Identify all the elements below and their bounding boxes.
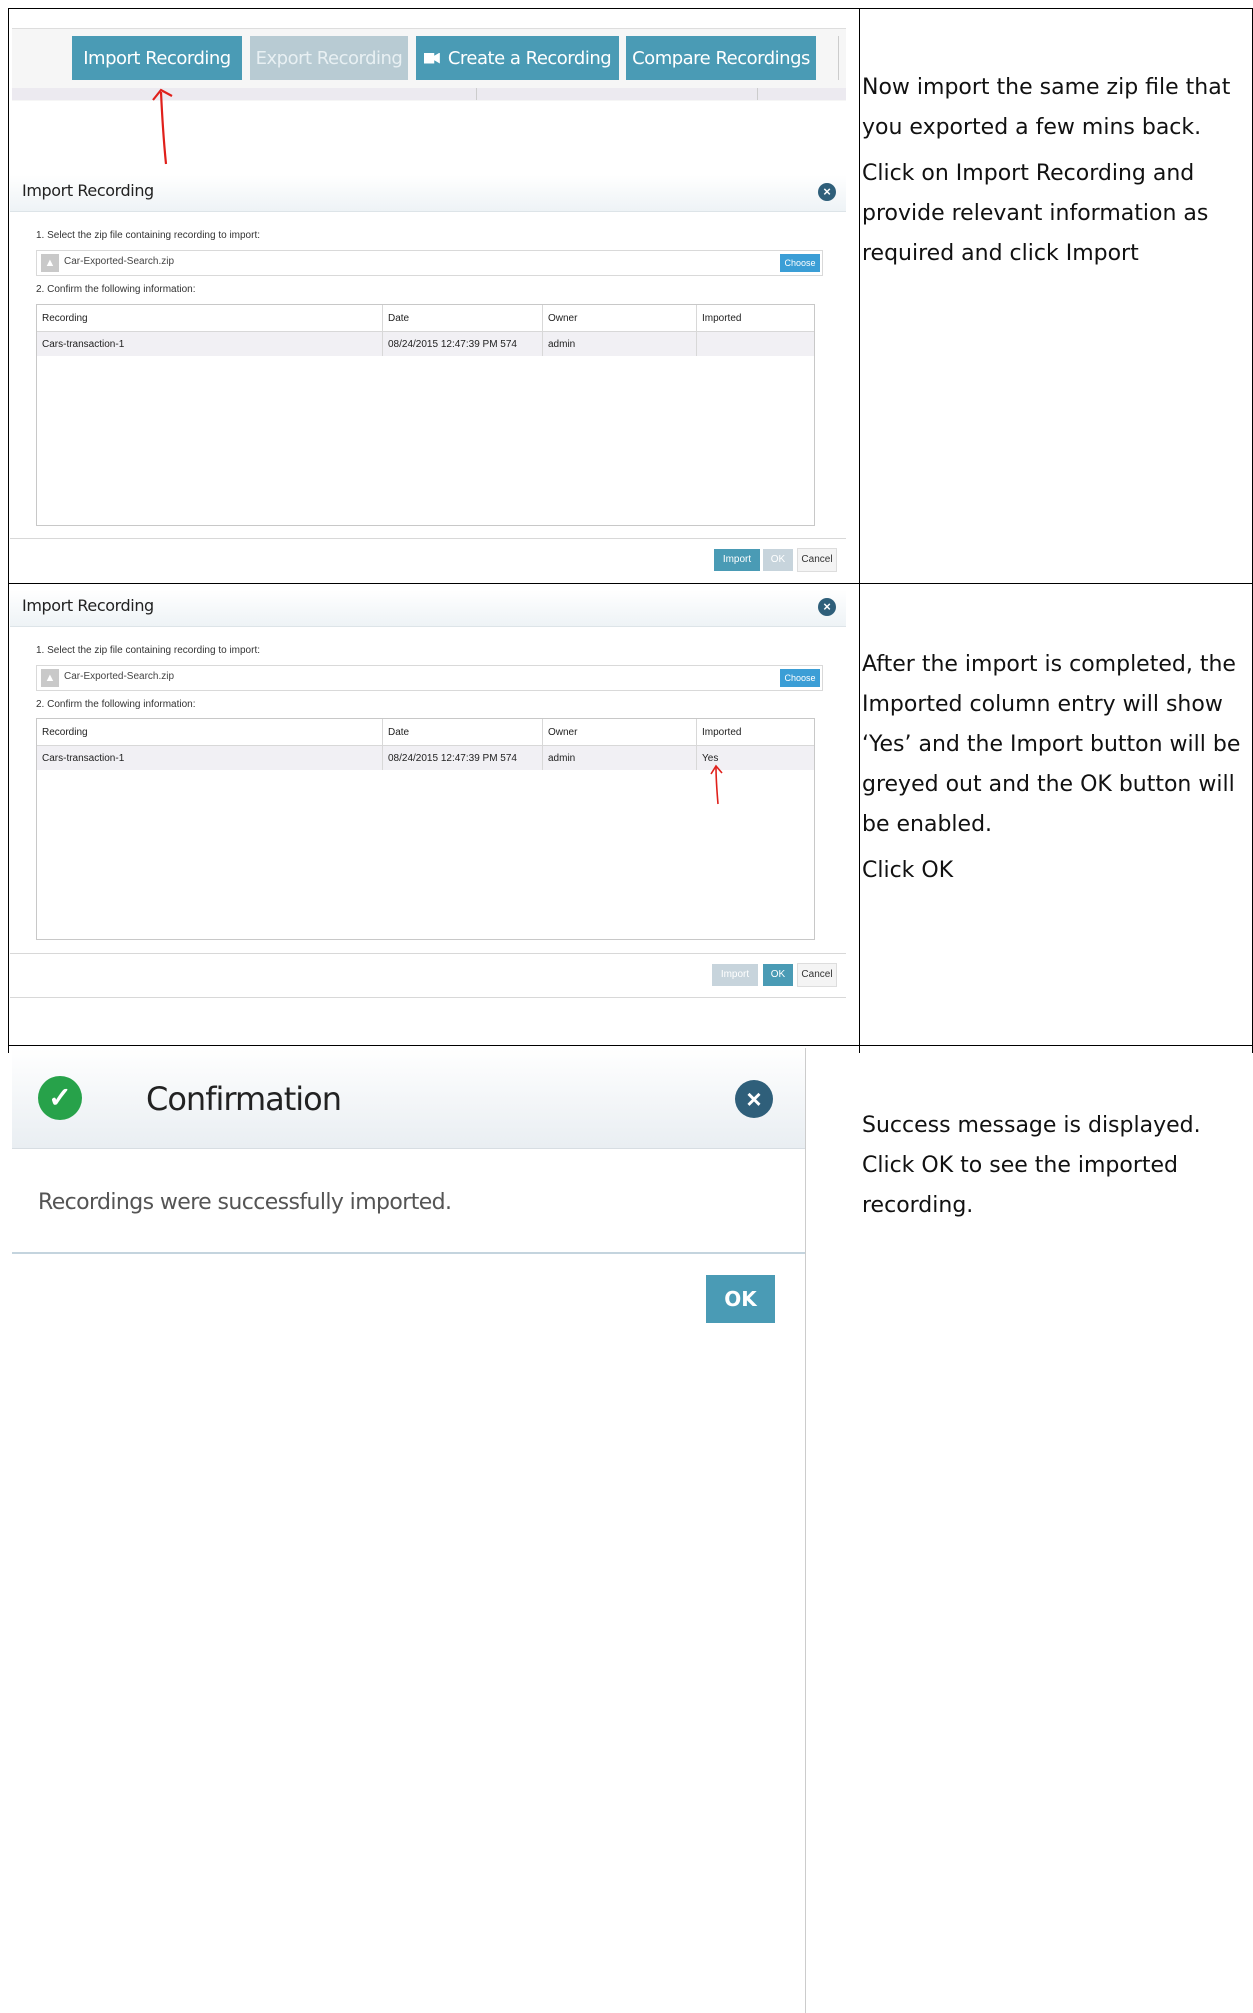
ok-button[interactable]: OK [763, 549, 793, 571]
column-header-imported: Imported [702, 313, 742, 324]
column-divider [696, 719, 697, 770]
instruction-text: After the import is completed, the Impor… [862, 652, 1241, 837]
create-recording-label: Create a Recording [447, 47, 612, 69]
instruction-text: Click on Import Recording and provide re… [862, 161, 1209, 266]
table-border-middle [859, 8, 860, 1053]
dialog-title: Import Recording [22, 596, 154, 615]
choose-button[interactable]: Choose [780, 254, 820, 272]
instruction-cell: After the import is completed, the Impor… [862, 645, 1247, 897]
check-circle-icon: ✓ [38, 1076, 82, 1120]
table-row-divider-2 [8, 1045, 1253, 1046]
recordings-grid: Recording Date Owner Imported Cars-trans… [36, 304, 815, 526]
column-header-imported: Imported [702, 727, 742, 738]
close-icon[interactable]: × [818, 183, 836, 201]
ok-button[interactable]: OK [706, 1275, 775, 1323]
column-header-recording: Recording [42, 313, 88, 324]
toolbar-separator [476, 88, 477, 100]
grid-header: Recording Date Owner Imported [37, 719, 814, 746]
cell-owner: admin [548, 753, 576, 764]
recordings-grid: Recording Date Owner Imported Cars-trans… [36, 718, 815, 940]
close-icon[interactable]: × [818, 598, 836, 616]
import-button[interactable]: Import [714, 549, 760, 571]
confirmation-message: Recordings were successfully imported. [38, 1190, 452, 1215]
ok-button[interactable]: OK [763, 964, 793, 986]
dialog-header: Import Recording × [10, 175, 846, 212]
cell-date: 08/24/2015 12:47:39 PM 574 [388, 753, 517, 764]
choose-button[interactable]: Choose [780, 669, 820, 687]
instruction-cell: Now import the same zip file that you ex… [862, 68, 1247, 280]
cancel-button[interactable]: Cancel [797, 548, 837, 572]
step-two-label: 2. Confirm the following information: [36, 699, 196, 710]
column-header-owner: Owner [548, 313, 578, 324]
toolbar-separator [838, 36, 839, 80]
dialog-footer-divider [10, 538, 846, 539]
confirmation-divider [12, 1252, 805, 1254]
cell-recording: Cars-transaction-1 [42, 753, 125, 764]
dialog-bottom-divider [10, 997, 846, 998]
file-name: Car-Exported-Search.zip [64, 256, 175, 267]
instruction-text: Success message is displayed. Click OK t… [862, 1113, 1201, 1218]
close-icon[interactable]: × [735, 1080, 773, 1118]
column-divider [542, 719, 543, 770]
column-divider [382, 719, 383, 770]
import-recording-button[interactable]: Import Recording [72, 36, 242, 80]
instruction-text: Now import the same zip file that you ex… [862, 75, 1231, 140]
dialog-footer-divider [10, 953, 846, 954]
cell-owner: admin [548, 339, 576, 350]
file-name: Car-Exported-Search.zip [64, 671, 175, 682]
compare-recordings-button[interactable]: Compare Recordings [626, 36, 816, 80]
cancel-button[interactable]: Cancel [797, 963, 837, 987]
video-camera-icon [423, 52, 440, 64]
column-divider [696, 305, 697, 356]
toolbar-strip [12, 88, 846, 100]
export-recording-button[interactable]: Export Recording [250, 36, 408, 80]
upload-icon: ▲ [41, 669, 59, 687]
table-row[interactable]: Cars-transaction-1 08/24/2015 12:47:39 P… [37, 332, 814, 356]
column-header-recording: Recording [42, 727, 88, 738]
grid-header: Recording Date Owner Imported [37, 305, 814, 332]
table-row[interactable]: Cars-transaction-1 08/24/2015 12:47:39 P… [37, 746, 814, 770]
step-one-label: 1. Select the zip file containing record… [36, 230, 261, 241]
cell-date: 08/24/2015 12:47:39 PM 574 [388, 339, 517, 350]
annotation-arrow [152, 88, 173, 165]
table-border-top [8, 8, 1253, 9]
file-field[interactable]: ▲ Car-Exported-Search.zip Choose [36, 250, 823, 276]
annotation-arrow-line [159, 91, 168, 165]
instruction-text: Click OK [862, 858, 954, 883]
cell-imported: Yes [702, 753, 719, 764]
instruction-cell: Success message is displayed. Click OK t… [862, 1106, 1247, 1232]
column-header-owner: Owner [548, 727, 578, 738]
column-divider [382, 305, 383, 356]
import-button[interactable]: Import [712, 964, 758, 986]
confirmation-header [12, 1048, 805, 1149]
confirmation-title: Confirmation [146, 1080, 342, 1118]
table-border-left [8, 8, 9, 1053]
dialog-header: Import Recording × [10, 590, 846, 627]
upload-icon: ▲ [41, 254, 59, 272]
step-two-label: 2. Confirm the following information: [36, 284, 196, 295]
annotation-arrow [710, 764, 723, 805]
table-row-divider-1 [8, 583, 1253, 584]
create-recording-button[interactable]: Create a Recording [416, 36, 619, 80]
annotation-arrow-head [152, 88, 173, 101]
dialog-title: Import Recording [22, 181, 154, 200]
step-one-label: 1. Select the zip file containing record… [36, 645, 261, 656]
file-field[interactable]: ▲ Car-Exported-Search.zip Choose [36, 665, 823, 691]
column-header-date: Date [388, 313, 410, 324]
column-divider [542, 305, 543, 356]
cell-recording: Cars-transaction-1 [42, 339, 125, 350]
confirmation-border [805, 1048, 806, 2013]
annotation-arrow-line [715, 766, 719, 805]
toolbar-separator [757, 88, 758, 100]
column-header-date: Date [388, 727, 410, 738]
